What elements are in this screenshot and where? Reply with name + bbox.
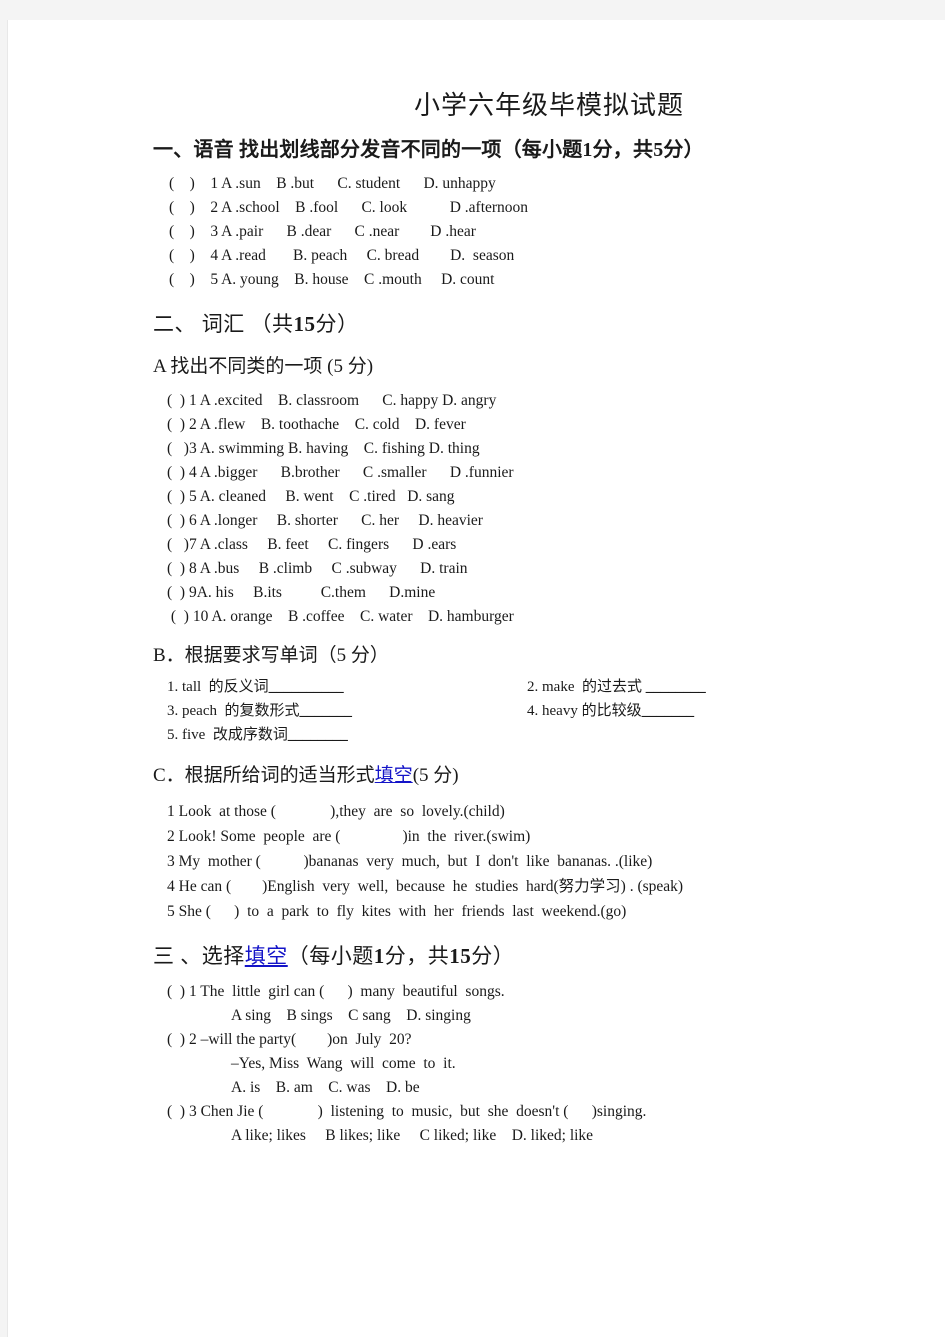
document-page: 小学六年级毕模拟试题 一、语音 找出划线部分发音不同的一项（每小题1分，共5分）… (7, 20, 945, 1337)
question-row[interactable]: ( ) 4 A .read B. peach C. bread D. seaso… (153, 244, 923, 268)
section-2a-question-list: ( ) 1 A .excited B. classroom C. happy D… (153, 389, 923, 629)
question-row[interactable]: ( ) 2 –will the party( )on July 20? (153, 1028, 923, 1052)
question-row[interactable]: ( )3 A. swimming B. having C. fishing D.… (153, 437, 923, 461)
section-1-heading: 一、语音 找出划线部分发音不同的一项（每小题1分，共5分） (153, 137, 923, 164)
answer-blank[interactable]: ________ (646, 679, 706, 695)
word-form-prompt: 1. tall 的反义词 (167, 679, 269, 696)
question-row[interactable]: 4 He can ( )English very well, because h… (153, 874, 923, 899)
question-row[interactable]: ( ) 2 A .flew B. toothache C. cold D. fe… (153, 413, 923, 437)
question-row[interactable]: ( ) 2 A .school B .fool C. look D .after… (153, 196, 923, 220)
section-1-heading-suffix: 分） (663, 138, 704, 161)
section-1-score-per-item: 1 (582, 138, 593, 161)
word-form-cell[interactable]: 4. heavy 的比较级_______ (527, 699, 694, 723)
question-row[interactable]: ( ) 5 A. cleaned B. went C .tired D. san… (153, 485, 923, 509)
question-row[interactable]: ( ) 10 A. orange B .coffee C. water D. h… (153, 605, 923, 629)
section-3-score-per-item: 1 (373, 943, 385, 968)
section-2c-heading-prefix: C．根据所给词的适当形式 (153, 765, 375, 787)
section-2-score-total: 15 (293, 311, 316, 336)
question-row[interactable]: ( ) 1 A .excited B. classroom C. happy D… (153, 389, 923, 413)
question-row[interactable]: ( )7 A .class B. feet C. fingers D .ears (153, 533, 923, 557)
section-2c-heading: C．根据所给词的适当形式填空(5 分) (153, 763, 923, 789)
answer-blank[interactable]: ________ (288, 727, 348, 743)
question-options[interactable]: A. is B. am C. was D. be (153, 1076, 923, 1100)
question-row[interactable]: ( ) 6 A .longer B. shorter C. her D. hea… (153, 509, 923, 533)
question-row[interactable]: ( ) 3 Chen Jie ( ) listening to music, b… (153, 1100, 923, 1124)
question-row[interactable]: ( ) 4 A .bigger B.brother C .smaller D .… (153, 461, 923, 485)
word-form-row: 5. five 改成序数词________ (167, 723, 923, 747)
document-content: 小学六年级毕模拟试题 一、语音 找出划线部分发音不同的一项（每小题1分，共5分）… (153, 90, 923, 1148)
word-form-row: 3. peach 的复数形式_______ 4. heavy 的比较级_____… (167, 699, 923, 723)
question-row[interactable]: 3 My mother ( )bananas very much, but I … (153, 849, 923, 874)
word-form-cell[interactable]: 1. tall 的反义词__________ (167, 675, 527, 699)
section-3-heading-prefix: 三 、选择 (153, 943, 245, 968)
section-3-heading-link[interactable]: 填空 (245, 944, 288, 968)
question-row[interactable]: 2 Look! Some people are ( )in the river.… (153, 824, 923, 849)
question-row[interactable]: 1 Look at those ( ),they are so lovely.(… (153, 799, 923, 824)
section-3-question-list: ( ) 1 The little girl can ( ) many beaut… (153, 980, 923, 1148)
question-options[interactable]: A like; likes B likes; like C liked; lik… (153, 1124, 923, 1148)
section-2a-heading: A 找出不同类的一项 (5 分) (153, 355, 374, 377)
question-dialog-line: –Yes, Miss Wang will come to it. (231, 1055, 456, 1073)
answer-blank[interactable]: __________ (269, 679, 344, 695)
section-3-heading-mid2: 分，共 (384, 943, 450, 968)
question-row[interactable]: ( ) 5 A. young B. house C .mouth D. coun… (153, 268, 923, 292)
question-row[interactable]: ( ) 8 A .bus B .climb C .subway D. train (153, 557, 923, 581)
section-1-question-list: ( ) 1 A .sun B .but C. student D. unhapp… (153, 172, 923, 292)
word-form-row: 1. tall 的反义词__________ 2. make 的过去式 ____… (167, 675, 923, 699)
section-2b-heading: B．根据要求写单词（5 分） (153, 645, 389, 667)
section-2c-heading-suffix: (5 分) (412, 765, 459, 787)
answer-blank[interactable]: _______ (642, 703, 695, 719)
section-2c-heading-link[interactable]: 填空 (375, 765, 413, 786)
section-2-heading: 二、 词汇 （共15分） (153, 310, 923, 338)
section-3-heading-mid1: （每小题 (287, 943, 374, 968)
section-3-score-total: 15 (449, 943, 472, 968)
word-form-prompt: 2. make 的过去式 (527, 679, 646, 696)
question-row[interactable]: ( ) 3 A .pair B .dear C .near D .hear (153, 220, 923, 244)
word-form-prompt: 4. heavy 的比较级 (527, 703, 642, 720)
section-1-score-total: 5 (653, 138, 664, 161)
section-1-heading-mid: 分，共 (592, 138, 654, 161)
question-row[interactable]: 5 She ( ) to a park to fly kites with he… (153, 899, 923, 924)
word-form-prompt: 5. five 改成序数词 (167, 727, 288, 744)
section-2-heading-text: 二、 词汇 （共 (153, 311, 294, 336)
section-2b-word-grid: 1. tall 的反义词__________ 2. make 的过去式 ____… (153, 675, 923, 747)
section-3-heading-suffix: 分） (471, 943, 515, 968)
section-1-heading-prefix: 一、语音 找出划线部分发音不同的一项（每小题 (153, 138, 583, 161)
question-row[interactable]: ( ) 1 A .sun B .but C. student D. unhapp… (153, 172, 923, 196)
page-title: 小学六年级毕模拟试题 (413, 91, 684, 120)
word-form-cell[interactable]: 3. peach 的复数形式_______ (167, 699, 527, 723)
question-row[interactable]: ( ) 9A. his B.its C.them D.mine (153, 581, 923, 605)
word-form-prompt: 3. peach 的复数形式 (167, 703, 300, 720)
section-3-heading: 三 、选择填空（每小题1分，共15分） (153, 942, 923, 970)
word-form-cell[interactable]: 2. make 的过去式 ________ (527, 675, 706, 699)
section-2c-question-list: 1 Look at those ( ),they are so lovely.(… (153, 799, 923, 924)
question-options[interactable]: A sing B sings C sang D. singing (153, 1004, 923, 1028)
word-form-cell[interactable]: 5. five 改成序数词________ (167, 723, 527, 747)
section-2-heading-suffix: 分） (315, 311, 359, 336)
answer-blank[interactable]: _______ (299, 703, 352, 719)
question-row[interactable]: ( ) 1 The little girl can ( ) many beaut… (153, 980, 923, 1004)
